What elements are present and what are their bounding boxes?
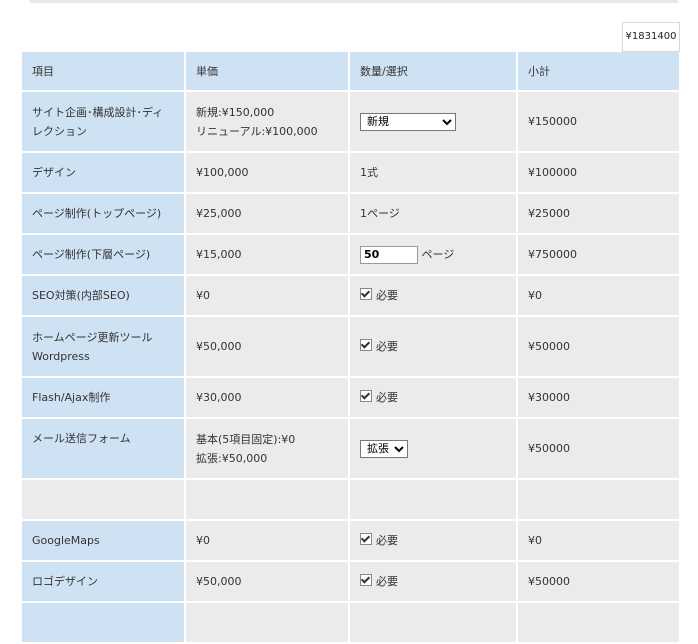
table-row: ロゴデザイン ¥50,000 必要 ¥50000 bbox=[22, 562, 681, 603]
table-row bbox=[22, 603, 681, 644]
empty-cell bbox=[22, 480, 186, 521]
empty-cell bbox=[350, 603, 518, 644]
quantity-cell: 新規 bbox=[350, 92, 518, 153]
subtotal: ¥750000 bbox=[518, 235, 681, 276]
price-line: リニューアル:¥100,000 bbox=[196, 124, 318, 138]
unit-price: ¥0 bbox=[186, 521, 350, 562]
quantity-cell: ページ bbox=[350, 235, 518, 276]
item-name: メール送信フォーム bbox=[22, 419, 186, 480]
subtotal: ¥50000 bbox=[518, 419, 681, 480]
header-item: 項目 bbox=[22, 52, 186, 92]
item-name bbox=[22, 603, 186, 644]
empty-cell bbox=[350, 480, 518, 521]
quantity-cell: 必要 bbox=[350, 521, 518, 562]
subtotal: ¥25000 bbox=[518, 194, 681, 235]
price-line: 基本(5項目固定):¥0 bbox=[196, 432, 296, 446]
table-row: Flash/Ajax制作 ¥30,000 必要 ¥30000 bbox=[22, 378, 681, 419]
header-unit-price: 単価 bbox=[186, 52, 350, 92]
unit-price: ¥50,000 bbox=[186, 317, 350, 378]
quantity-cell: 拡張 bbox=[350, 419, 518, 480]
table-row: ページ制作(トップページ) ¥25,000 1ページ ¥25000 bbox=[22, 194, 681, 235]
unit-price: ¥25,000 bbox=[186, 194, 350, 235]
price-line: 新規:¥150,000 bbox=[196, 105, 275, 119]
table-row: ページ制作(下層ページ) ¥15,000 ページ ¥750000 bbox=[22, 235, 681, 276]
subtotal: ¥30000 bbox=[518, 378, 681, 419]
item-name: ページ制作(下層ページ) bbox=[22, 235, 186, 276]
unit-price: ¥100,000 bbox=[186, 153, 350, 194]
checkbox-label: 必要 bbox=[376, 289, 398, 302]
header-quantity: 数量/選択 bbox=[350, 52, 518, 92]
unit-price: ¥0 bbox=[186, 276, 350, 317]
table-row: SEO対策(内部SEO) ¥0 必要 ¥0 bbox=[22, 276, 681, 317]
table-row bbox=[22, 480, 681, 521]
estimate-table: 項目 単価 数量/選択 小計 サイト企画･構成設計･ディレクション 新規:¥15… bbox=[22, 52, 681, 644]
wordpress-checkbox[interactable] bbox=[360, 339, 372, 351]
item-name: ロゴデザイン bbox=[22, 562, 186, 603]
seo-checkbox[interactable] bbox=[360, 288, 372, 300]
quantity-cell: 必要 bbox=[350, 317, 518, 378]
subtotal: ¥100000 bbox=[518, 153, 681, 194]
item-name: Flash/Ajax制作 bbox=[22, 378, 186, 419]
checkbox-label: 必要 bbox=[376, 391, 398, 404]
quantity-cell: 必要 bbox=[350, 276, 518, 317]
flash-checkbox[interactable] bbox=[360, 390, 372, 402]
googlemaps-checkbox[interactable] bbox=[360, 533, 372, 545]
item-name: サイト企画･構成設計･ディレクション bbox=[22, 92, 186, 153]
quantity-cell: 必要 bbox=[350, 562, 518, 603]
checkbox-label: 必要 bbox=[376, 340, 398, 353]
total-amount: ¥1831400 bbox=[622, 22, 680, 52]
table-header-row: 項目 単価 数量/選択 小計 bbox=[22, 52, 681, 92]
subtotal: ¥50000 bbox=[518, 562, 681, 603]
direction-type-select[interactable]: 新規 bbox=[360, 112, 456, 131]
checkbox-label: 必要 bbox=[376, 575, 398, 588]
quantity-text: 1ページ bbox=[350, 194, 518, 235]
item-name: ホームページ更新ツールWordpress bbox=[22, 317, 186, 378]
price-line: 拡張:¥50,000 bbox=[196, 451, 268, 465]
mail-form-select[interactable]: 拡張 bbox=[360, 439, 408, 458]
unit-price: ¥15,000 bbox=[186, 235, 350, 276]
quantity-text: 1式 bbox=[350, 153, 518, 194]
empty-cell bbox=[518, 603, 681, 644]
item-name: SEO対策(内部SEO) bbox=[22, 276, 186, 317]
logo-checkbox[interactable] bbox=[360, 574, 372, 586]
subtotal: ¥150000 bbox=[518, 92, 681, 153]
empty-cell bbox=[518, 480, 681, 521]
top-divider bbox=[30, 0, 678, 3]
table-row: デザイン ¥100,000 1式 ¥100000 bbox=[22, 153, 681, 194]
table-row: ホームページ更新ツールWordpress ¥50,000 必要 ¥50000 bbox=[22, 317, 681, 378]
item-name: GoogleMaps bbox=[22, 521, 186, 562]
empty-cell bbox=[186, 603, 350, 644]
table-row: GoogleMaps ¥0 必要 ¥0 bbox=[22, 521, 681, 562]
page-count-input[interactable] bbox=[360, 245, 418, 264]
header-subtotal: 小計 bbox=[518, 52, 681, 92]
table-row: サイト企画･構成設計･ディレクション 新規:¥150,000 リニューアル:¥1… bbox=[22, 92, 681, 153]
item-name: ページ制作(トップページ) bbox=[22, 194, 186, 235]
unit-price: 基本(5項目固定):¥0 拡張:¥50,000 bbox=[186, 419, 350, 480]
unit-price: 新規:¥150,000 リニューアル:¥100,000 bbox=[186, 92, 350, 153]
unit-price: ¥50,000 bbox=[186, 562, 350, 603]
subtotal: ¥0 bbox=[518, 276, 681, 317]
empty-cell bbox=[186, 480, 350, 521]
subtotal: ¥0 bbox=[518, 521, 681, 562]
quantity-cell: 必要 bbox=[350, 378, 518, 419]
quantity-unit: ページ bbox=[421, 248, 455, 261]
item-name: デザイン bbox=[22, 153, 186, 194]
checkbox-label: 必要 bbox=[376, 534, 398, 547]
subtotal: ¥50000 bbox=[518, 317, 681, 378]
unit-price: ¥30,000 bbox=[186, 378, 350, 419]
table-row: メール送信フォーム 基本(5項目固定):¥0 拡張:¥50,000 拡張 ¥50… bbox=[22, 419, 681, 480]
